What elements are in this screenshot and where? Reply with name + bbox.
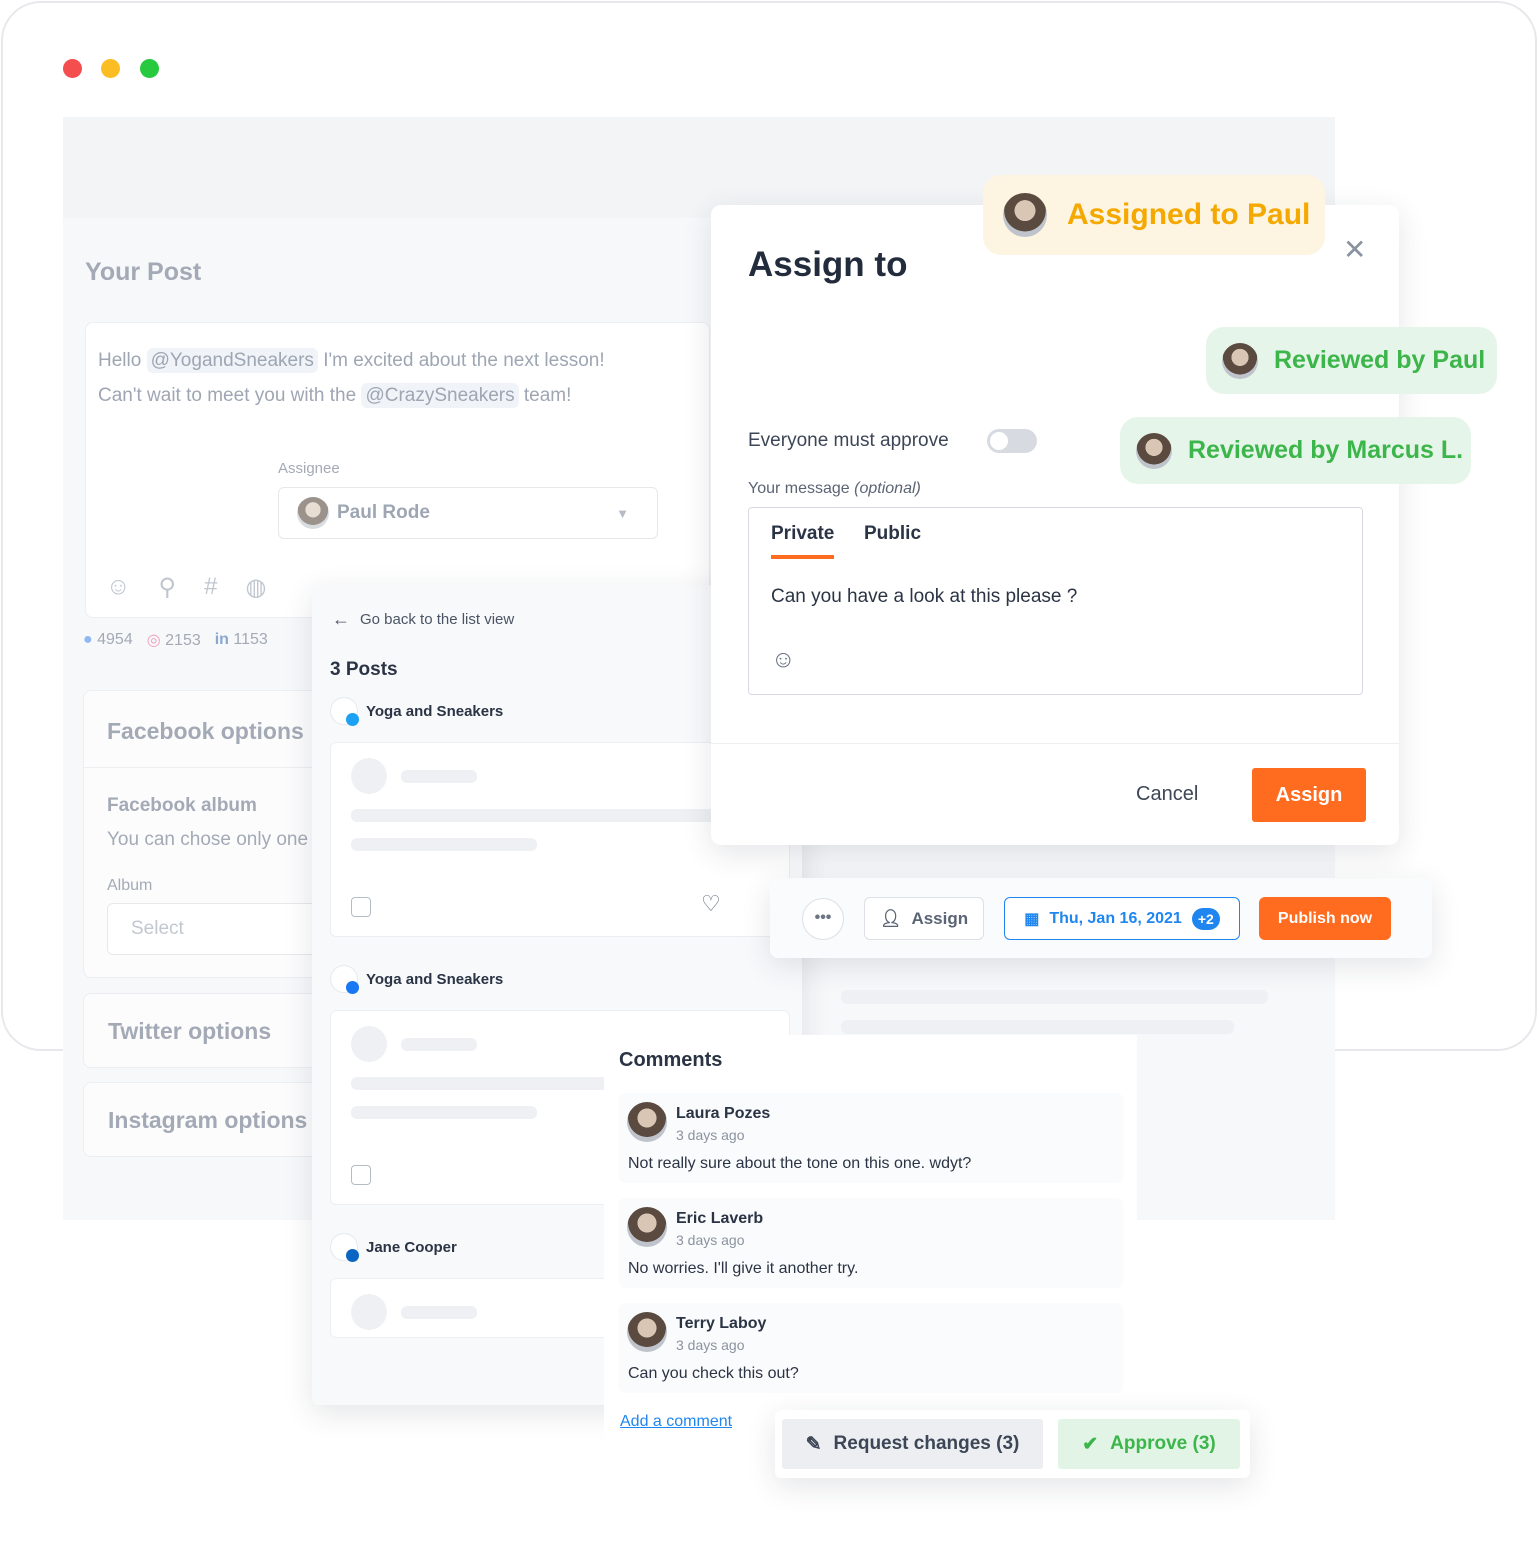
emoji-icon[interactable]: ☺ — [771, 646, 796, 674]
schedule-date-button[interactable]: ▦ Thu, Jan 16, 2021 +2 — [1004, 897, 1240, 940]
avatar — [1003, 193, 1047, 237]
arrow-left-icon: ← — [332, 609, 350, 629]
post-text[interactable]: Hello @YogandSneakers I'm excited about … — [98, 343, 605, 413]
facebook-stat: ● 4954 — [83, 631, 133, 648]
instagram-stat: ◎ 2153 — [146, 632, 201, 649]
twitter-icon — [346, 713, 359, 726]
instagram-options-card[interactable]: Instagram options — [83, 1082, 343, 1157]
linkedin-icon — [346, 1249, 359, 1262]
comment-time: 3 days ago — [676, 1127, 745, 1143]
twitter-options-card[interactable]: Twitter options — [83, 993, 343, 1068]
approve-label: Everyone must approve — [748, 430, 949, 451]
comment-time: 3 days ago — [676, 1337, 745, 1353]
facebook-options-card: Facebook options Facebook album You can … — [83, 690, 347, 978]
post-toolbar: ••• 👤︎ Assign ▦ Thu, Jan 16, 2021 +2 Publis… — [770, 878, 1432, 958]
close-window-button[interactable] — [63, 59, 82, 78]
message-label: Your message (optional) — [748, 480, 921, 497]
account-icon — [330, 965, 359, 994]
assignee-value: Paul Rode — [337, 502, 430, 523]
select-post-checkbox[interactable] — [351, 897, 371, 917]
back-to-list-link[interactable]: ← Go back to the list view — [332, 609, 514, 629]
facebook-icon — [346, 981, 359, 994]
album-label: Album — [107, 877, 153, 894]
post-stats: ● 4954 ◎ 2153 in 1153 — [83, 630, 268, 650]
account-icon — [330, 1233, 359, 1262]
add-comment-link[interactable]: Add a comment — [620, 1413, 732, 1431]
page-title: Your Post — [85, 258, 202, 286]
comment-item: Terry Laboy 3 days ago Can you check thi… — [619, 1303, 1123, 1393]
post-editor[interactable]: Hello @YogandSneakers I'm excited about … — [85, 322, 710, 618]
comment-author: Laura Pozes — [676, 1105, 771, 1122]
reviewed-badge: Reviewed by Marcus L. — [1120, 417, 1471, 484]
facebook-options-title: Facebook options — [107, 718, 304, 744]
extra-dates-badge: +2 — [1191, 907, 1220, 930]
message-box: Private Public Can you have a look at th… — [748, 507, 1363, 695]
instagram-icon: ◎ — [146, 632, 161, 649]
chevron-down-icon: ▼ — [616, 505, 629, 521]
reviewed-badge: Reviewed by Paul — [1206, 327, 1497, 394]
assign-modal: Assign to ✕ Everyone must approve Your m… — [711, 205, 1399, 845]
request-changes-button[interactable]: ✎ Request changes (3) — [782, 1419, 1043, 1469]
assignee-label: Assignee — [278, 460, 340, 477]
avatar — [627, 1312, 667, 1352]
globe-icon[interactable]: ◍ — [245, 573, 266, 602]
heart-icon[interactable]: ♡ — [701, 891, 721, 917]
emoji-icon[interactable]: ☺ — [106, 573, 131, 602]
select-post-checkbox[interactable] — [351, 1165, 371, 1185]
post-item-header[interactable]: Yoga and Sneakers — [330, 697, 503, 726]
assign-toolbar-button[interactable]: 👤︎ Assign — [864, 897, 984, 940]
everyone-approve-toggle[interactable] — [987, 429, 1037, 453]
comment-item: Laura Pozes 3 days ago Not really sure a… — [619, 1093, 1123, 1183]
publish-now-button[interactable]: Publish now — [1259, 897, 1391, 940]
tab-private[interactable]: Private — [771, 523, 835, 559]
avatar — [297, 497, 329, 529]
review-bar: ✎ Request changes (3) ✔ Approve (3) — [775, 1410, 1250, 1478]
comment-author: Terry Laboy — [676, 1315, 767, 1332]
check-icon: ✔ — [1082, 1433, 1099, 1455]
album-select[interactable]: Select — [107, 903, 347, 955]
post-item-header[interactable]: Yoga and Sneakers — [330, 965, 503, 994]
posts-count: 3 Posts — [330, 659, 398, 680]
comment-text: No worries. I'll give it another try. — [628, 1260, 859, 1277]
avatar — [1222, 342, 1258, 379]
message-input[interactable]: Can you have a look at this please ? — [771, 586, 1077, 608]
tab-public[interactable]: Public — [864, 523, 921, 545]
calendar-icon: ▦ — [1024, 910, 1040, 928]
pencil-icon: ✎ — [805, 1433, 822, 1455]
account-icon — [330, 697, 359, 726]
comment-item: Eric Laverb 3 days ago No worries. I'll … — [619, 1198, 1123, 1288]
comment-author: Eric Laverb — [676, 1210, 764, 1227]
modal-title: Assign to — [748, 245, 908, 284]
linkedin-stat: in 1153 — [214, 631, 268, 648]
avatar — [1136, 432, 1172, 469]
comments-title: Comments — [619, 1049, 723, 1071]
avatar — [627, 1102, 667, 1142]
comments-panel: Comments Laura Pozes 3 days ago Not real… — [604, 1035, 1137, 1445]
location-icon[interactable]: ⚲ — [159, 573, 177, 602]
minimize-window-button[interactable] — [101, 59, 120, 78]
linkedin-icon: in — [214, 631, 229, 648]
post-item-header[interactable]: Jane Cooper — [330, 1233, 457, 1262]
user-icon: 👤︎ — [879, 908, 902, 928]
facebook-album-title: Facebook album — [107, 795, 257, 816]
avatar — [627, 1207, 667, 1247]
facebook-icon: ● — [83, 631, 93, 648]
comment-text: Not really sure about the tone on this o… — [628, 1155, 972, 1172]
comment-text: Can you check this out? — [628, 1365, 799, 1382]
more-options-button[interactable]: ••• — [802, 898, 844, 940]
approve-button[interactable]: ✔ Approve (3) — [1058, 1419, 1240, 1469]
hashtag-icon[interactable]: # — [204, 573, 217, 602]
facebook-album-desc: You can chose only one — [107, 829, 309, 850]
assign-button[interactable]: Assign — [1252, 768, 1366, 822]
close-icon[interactable]: ✕ — [1343, 233, 1366, 266]
cancel-button[interactable]: Cancel — [1136, 783, 1198, 806]
assigned-badge: Assigned to Paul — [983, 175, 1325, 255]
assignee-select[interactable]: Paul Rode ▼ — [278, 487, 658, 539]
comment-time: 3 days ago — [676, 1232, 745, 1248]
maximize-window-button[interactable] — [140, 59, 159, 78]
